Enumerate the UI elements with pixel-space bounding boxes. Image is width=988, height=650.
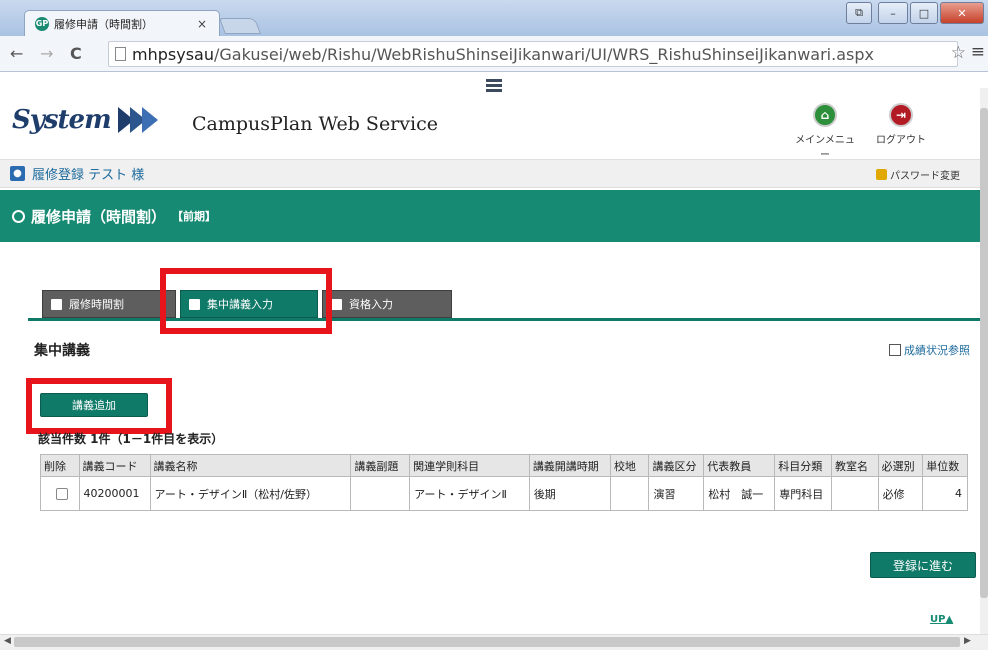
- password-change-link[interactable]: パスワード変更: [876, 167, 960, 182]
- course-credits: 4: [922, 476, 968, 511]
- grade-status-link[interactable]: 成績状況参照: [889, 342, 970, 358]
- table-row: 40200001 アート・デザインⅡ（松村/佐野） アート・デザインⅡ 後期 演…: [40, 476, 968, 511]
- column-header: 講義副題: [350, 454, 411, 477]
- browser-tab-title: 履修申請（時間割）: [54, 17, 153, 31]
- page-icon: [115, 47, 126, 61]
- vertical-scrollbar-thumb[interactable]: [980, 108, 988, 598]
- tab-qualification[interactable]: 資格入力: [322, 290, 452, 318]
- service-name: CampusPlan Web Service: [192, 113, 438, 135]
- password-change-label: パスワード変更: [890, 171, 960, 182]
- proceed-registration-button[interactable]: 登録に進む: [870, 552, 976, 578]
- course-code: 40200001: [78, 476, 151, 511]
- user-bar: ● 履修登録 テスト 様 パスワード変更: [0, 160, 980, 188]
- grade-link-label: 成績状況参照: [904, 344, 970, 357]
- course-table: 削除 講義コード 講義名称 講義副題 関連学則科目 講義開講時期 校地 講義区分…: [40, 454, 968, 511]
- window-maximize-button[interactable]: □: [910, 2, 938, 24]
- address-bar: ← → C mhpsysau/Gakusei/web/Rishu/WebRish…: [0, 36, 988, 72]
- page-title-bar: 履修申請（時間割） 【前期】: [0, 190, 980, 242]
- column-header: 校地: [609, 454, 650, 477]
- page-top-link[interactable]: UP▲: [930, 614, 953, 625]
- course-required: 必修: [877, 476, 924, 511]
- result-count: 該当件数 1件（1－1件目を表示）: [38, 432, 224, 446]
- window-minimize-button[interactable]: –: [878, 2, 908, 24]
- column-header: 関連学則科目: [409, 454, 530, 477]
- main-menu-label: メインメニュー: [795, 135, 855, 161]
- column-header: 講義コード: [78, 454, 151, 477]
- tab-label: 資格入力: [349, 298, 393, 311]
- highlight-box-tab: [160, 268, 332, 334]
- reload-icon[interactable]: C: [70, 44, 82, 63]
- document-icon: [51, 298, 62, 310]
- scroll-right-icon[interactable]: ▶: [964, 636, 971, 646]
- scroll-left-icon[interactable]: ◀: [4, 636, 11, 646]
- site-header: System CampusPlan Web Service ⌂ メインメニュー …: [0, 73, 980, 161]
- bookmark-star-icon[interactable]: ☆: [951, 43, 966, 63]
- course-teacher: 松村 誠一: [703, 476, 776, 511]
- lock-icon: [876, 169, 887, 180]
- tab-label: 履修時間割: [69, 298, 124, 311]
- course-period: 後期: [528, 476, 611, 511]
- user-greeting: 履修登録 テスト 様: [32, 168, 145, 183]
- course-kind: 演習: [648, 476, 705, 511]
- browser-tab[interactable]: GP 履修申請（時間割） ×: [24, 10, 220, 36]
- browser-menu-icon[interactable]: ≡: [971, 42, 985, 62]
- circle-icon: [12, 209, 25, 223]
- delete-cell: [40, 476, 80, 511]
- page-title: 履修申請（時間割）: [31, 207, 167, 226]
- course-name: アート・デザインⅡ（松村/佐野）: [149, 476, 352, 511]
- course-campus: [609, 476, 650, 511]
- main-menu-button[interactable]: ⌂ メインメニュー: [792, 103, 858, 161]
- column-header: 代表教員: [703, 454, 776, 477]
- add-course-button[interactable]: 講義追加: [40, 393, 148, 417]
- logout-button[interactable]: ⇥ ログアウト: [868, 103, 934, 146]
- report-icon: [889, 344, 901, 356]
- browser-titlebar: GP 履修申請（時間割） × ⧉ – □ ✕: [0, 0, 988, 36]
- new-tab-button[interactable]: [219, 18, 261, 34]
- forward-icon[interactable]: →: [40, 44, 53, 63]
- tab-timetable[interactable]: 履修時間割: [42, 290, 176, 318]
- home-icon: ⌂: [813, 103, 837, 127]
- table-header-row: 削除 講義コード 講義名称 講義副題 関連学則科目 講義開講時期 校地 講義区分…: [40, 454, 968, 477]
- up-arrow-icon: ▲: [945, 614, 954, 625]
- window-restore-button[interactable]: ⧉: [846, 2, 872, 24]
- course-room: [831, 476, 879, 511]
- site-favicon-icon: GP: [35, 16, 49, 31]
- column-header: 講義区分: [648, 454, 705, 477]
- column-header: 必選別: [877, 454, 924, 477]
- related-subject: アート・デザインⅡ: [409, 476, 530, 511]
- delete-checkbox[interactable]: [55, 487, 68, 500]
- column-header: 削除: [40, 454, 80, 477]
- user-icon: ●: [10, 166, 25, 181]
- course-category: 専門科目: [774, 476, 832, 511]
- list-icon[interactable]: [486, 79, 502, 93]
- url-input[interactable]: mhpsysau/Gakusei/web/Rishu/WebRishuShins…: [108, 41, 958, 67]
- section-title: 集中講義: [34, 343, 90, 359]
- horizontal-scrollbar-thumb[interactable]: [14, 637, 960, 647]
- column-header: 講義名称: [149, 454, 352, 477]
- tab-close-icon[interactable]: ×: [197, 17, 207, 31]
- logout-icon: ⇥: [889, 103, 913, 127]
- course-subtitle: [350, 476, 411, 511]
- column-header: 教室名: [831, 454, 879, 477]
- back-icon[interactable]: ←: [10, 44, 23, 63]
- term-label: 【前期】: [172, 210, 217, 223]
- document-icon: [331, 298, 342, 310]
- url-host: mhpsysau: [132, 44, 214, 64]
- logout-label: ログアウト: [876, 135, 926, 146]
- column-header: 講義開講時期: [528, 454, 611, 477]
- logo-arrows-icon: [118, 107, 158, 133]
- column-header: 科目分類: [774, 454, 832, 477]
- window-close-button[interactable]: ✕: [940, 2, 984, 24]
- column-header: 単位数: [922, 454, 968, 477]
- system-logo: System: [12, 105, 112, 135]
- up-label: UP: [930, 614, 946, 625]
- url-path: /Gakusei/web/Rishu/WebRishuShinseiJikanw…: [213, 44, 874, 64]
